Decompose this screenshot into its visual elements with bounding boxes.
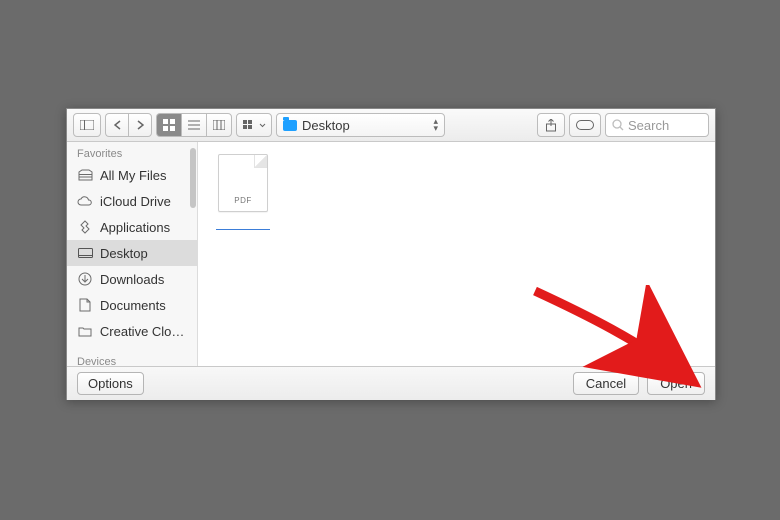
sidebar-item-documents[interactable]: Documents <box>67 292 197 318</box>
applications-icon <box>77 219 93 235</box>
all-my-files-icon <box>77 167 93 183</box>
sidebar-item-all-my-files[interactable]: All My Files <box>67 162 197 188</box>
arrange-menu-button[interactable] <box>236 113 272 137</box>
column-view-button[interactable] <box>206 113 232 137</box>
file-pane[interactable]: PDF <box>198 142 715 366</box>
sidebar-scrollbar[interactable] <box>190 148 196 208</box>
tags-button[interactable] <box>569 113 601 137</box>
back-button[interactable] <box>105 113 128 137</box>
documents-icon <box>77 297 93 313</box>
view-mode-segment <box>156 113 232 137</box>
sidebar-item-label: iCloud Drive <box>100 194 171 209</box>
search-field[interactable]: Search <box>605 113 709 137</box>
desktop-icon <box>77 245 93 261</box>
sidebar-section-favorites: Favorites <box>67 142 197 162</box>
sidebar-item-label: Documents <box>100 298 166 313</box>
sidebar-item-label: Downloads <box>100 272 164 287</box>
sidebar-section-devices: Devices <box>67 350 197 366</box>
file-ext-label: PDF <box>219 196 267 205</box>
open-file-dialog: Desktop ▴▾ Search Favorites All My Files <box>66 108 716 400</box>
file-item[interactable]: PDF <box>212 154 274 233</box>
folder-icon <box>283 120 297 131</box>
pdf-file-icon: PDF <box>218 154 268 212</box>
search-placeholder: Search <box>628 118 669 133</box>
nav-back-forward <box>105 113 152 137</box>
list-view-button[interactable] <box>181 113 206 137</box>
sidebar-toggle-button[interactable] <box>73 113 101 137</box>
sidebar-item-desktop[interactable]: Desktop <box>67 240 197 266</box>
chevron-updown-icon: ▴▾ <box>433 118 438 132</box>
path-popup-button[interactable]: Desktop ▴▾ <box>276 113 445 137</box>
share-button[interactable] <box>537 113 565 137</box>
sidebar: Favorites All My Files iCloud Drive Appl… <box>67 142 198 366</box>
downloads-icon <box>77 271 93 287</box>
sidebar-item-label: Applications <box>100 220 170 235</box>
cloud-icon <box>77 193 93 209</box>
sidebar-item-label: Desktop <box>100 246 148 261</box>
sidebar-item-label: All My Files <box>100 168 166 183</box>
forward-button[interactable] <box>128 113 152 137</box>
options-button[interactable]: Options <box>77 372 144 395</box>
toolbar: Desktop ▴▾ Search <box>67 109 715 142</box>
dialog-footer: Options Cancel Open <box>67 366 715 400</box>
cancel-button[interactable]: Cancel <box>573 372 639 395</box>
sidebar-item-creative-cloud[interactable]: Creative Clou… <box>67 318 197 344</box>
path-label: Desktop <box>302 118 350 133</box>
folder-grey-icon <box>77 323 93 339</box>
sidebar-item-label: Creative Clou… <box>100 324 191 339</box>
sidebar-item-applications[interactable]: Applications <box>67 214 197 240</box>
sidebar-item-icloud-drive[interactable]: iCloud Drive <box>67 188 197 214</box>
open-button[interactable]: Open <box>647 372 705 395</box>
icon-view-button[interactable] <box>156 113 181 137</box>
dialog-body: Favorites All My Files iCloud Drive Appl… <box>67 142 715 366</box>
file-name-label <box>216 216 270 230</box>
sidebar-item-downloads[interactable]: Downloads <box>67 266 197 292</box>
search-icon <box>612 119 624 131</box>
